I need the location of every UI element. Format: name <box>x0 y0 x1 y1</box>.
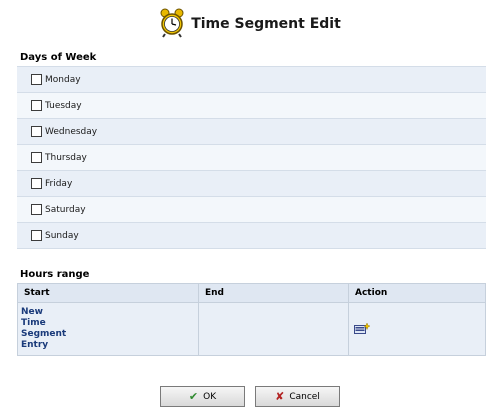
day-row-tuesday[interactable]: Tuesday <box>17 93 486 119</box>
day-label: Sunday <box>45 230 79 241</box>
thursday-checkbox[interactable] <box>31 152 42 163</box>
dialog-buttons: ✔ OK ✘ Cancel <box>0 386 500 407</box>
page-header: Time Segment Edit <box>0 7 500 39</box>
day-label: Friday <box>45 178 73 189</box>
day-label: Wednesday <box>45 126 98 137</box>
day-row-monday[interactable]: Monday <box>17 67 486 93</box>
action-cell <box>348 302 486 356</box>
monday-checkbox[interactable] <box>31 74 42 85</box>
column-header-end: End <box>198 283 349 303</box>
day-row-sunday[interactable]: Sunday <box>17 223 486 249</box>
day-row-friday[interactable]: Friday <box>17 171 486 197</box>
hours-range-table: Start End Action New Time Segment Entry <box>17 283 486 356</box>
day-row-saturday[interactable]: Saturday <box>17 197 486 223</box>
hours-section-title: Hours range <box>20 269 90 280</box>
day-row-thursday[interactable]: Thursday <box>17 145 486 171</box>
table-row: New Time Segment Entry <box>17 302 486 356</box>
wednesday-checkbox[interactable] <box>31 126 42 137</box>
day-label: Tuesday <box>45 100 82 111</box>
saturday-checkbox[interactable] <box>31 204 42 215</box>
day-row-wednesday[interactable]: Wednesday <box>17 119 486 145</box>
day-label: Saturday <box>45 204 86 215</box>
column-header-action: Action <box>348 283 486 303</box>
ok-button-label: OK <box>203 391 217 402</box>
cancel-button-label: Cancel <box>289 391 320 402</box>
alarm-clock-icon <box>160 8 184 38</box>
end-cell <box>198 302 349 356</box>
new-entry-icon[interactable] <box>354 323 370 335</box>
page-title: Time Segment Edit <box>191 16 341 32</box>
cancel-button[interactable]: ✘ Cancel <box>255 386 340 407</box>
friday-checkbox[interactable] <box>31 178 42 189</box>
day-label: Monday <box>45 74 81 85</box>
day-label: Thursday <box>45 152 87 163</box>
sunday-checkbox[interactable] <box>31 230 42 241</box>
start-cell: New Time Segment Entry <box>17 302 199 356</box>
tuesday-checkbox[interactable] <box>31 100 42 111</box>
checkmark-icon: ✔ <box>188 390 199 403</box>
table-header-row: Start End Action <box>17 283 486 303</box>
days-list: Monday Tuesday Wednesday Thursday Friday… <box>17 66 486 249</box>
column-header-start: Start <box>17 283 199 303</box>
x-icon: ✘ <box>275 390 285 403</box>
new-time-segment-entry-link[interactable]: New Time Segment Entry <box>18 307 70 351</box>
ok-button[interactable]: ✔ OK <box>160 386 245 407</box>
days-section-title: Days of Week <box>20 52 97 63</box>
